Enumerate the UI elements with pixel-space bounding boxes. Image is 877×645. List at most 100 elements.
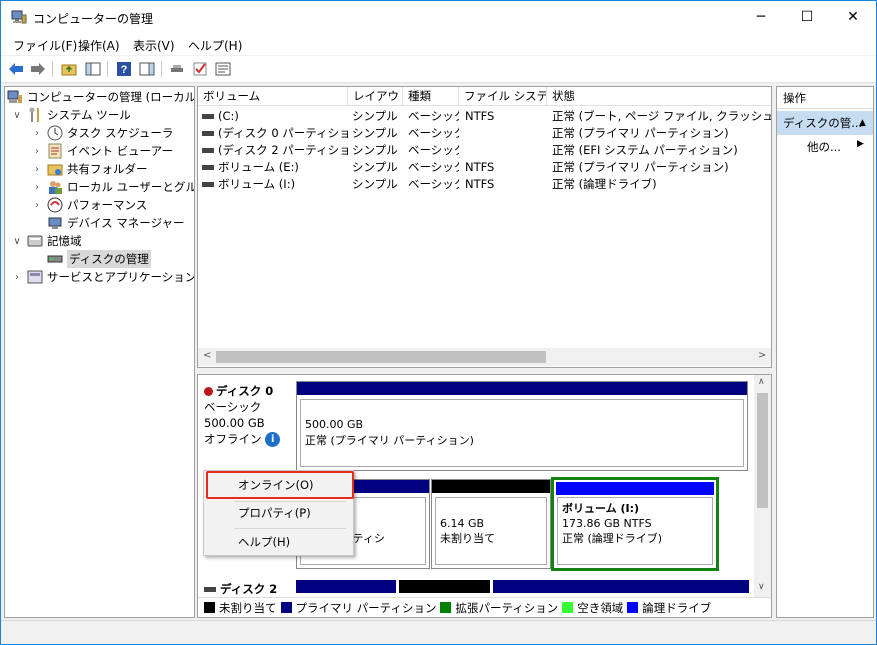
column-header-type[interactable]: 種類 xyxy=(403,87,459,106)
title-bar: コンピューターの管理 ─ ☐ ✕ xyxy=(1,1,876,33)
chevron-right-icon[interactable]: › xyxy=(11,272,23,283)
partition-legend: 未割り当て プライマリ パーティション 拡張パーティション 空き領域 論理ドライ… xyxy=(198,597,771,617)
menu-action[interactable]: 操作(A) xyxy=(78,37,120,54)
chevron-right-icon[interactable]: › xyxy=(31,182,43,193)
maximize-button[interactable]: ☐ xyxy=(784,1,830,33)
chevron-down-icon[interactable]: ∨ xyxy=(11,110,23,121)
vertical-scrollbar[interactable]: ∧ ∨ xyxy=(754,375,771,597)
minimize-button[interactable]: ─ xyxy=(738,1,784,33)
highlight-annotation xyxy=(206,471,354,499)
horizontal-scrollbar[interactable]: < > xyxy=(198,348,771,366)
status-bar xyxy=(1,620,876,644)
disk-2-unallocated-bar[interactable] xyxy=(399,580,490,593)
menu-bar: ファイル(F) 操作(A) 表示(V) ヘルプ(H) xyxy=(1,33,876,55)
tree-item-device-manager[interactable]: デバイス マネージャー xyxy=(47,214,185,232)
clock-icon xyxy=(47,125,63,141)
menu-view[interactable]: 表示(V) xyxy=(133,37,175,54)
column-header-layout[interactable]: レイアウト xyxy=(348,87,403,106)
drive-icon xyxy=(202,182,214,187)
table-row[interactable]: (ディスク 0 パーティション 1) シンプル ベーシック 正常 (プライマリ … xyxy=(198,125,771,142)
disk-1-unallocated[interactable]: 6.14 GB 未割り当て xyxy=(431,479,551,569)
up-folder-icon[interactable] xyxy=(60,60,78,78)
close-button[interactable]: ✕ xyxy=(830,1,876,33)
connect-icon[interactable] xyxy=(168,60,186,78)
context-menu-help[interactable]: ヘルプ(H) xyxy=(204,529,353,555)
chevron-right-icon[interactable]: › xyxy=(31,128,43,139)
tree-item-label: コンピューターの管理 (ローカル) xyxy=(27,90,195,104)
tree-item-task-scheduler[interactable]: › タスク スケジューラ xyxy=(31,124,173,142)
table-row[interactable]: ボリューム (E:) シンプル ベーシック NTFS 正常 (プライマリ パーテ… xyxy=(198,159,771,176)
disk-0-partition[interactable]: 500.00 GB 正常 (プライマリ パーティション) xyxy=(296,381,748,471)
tree-item-storage[interactable]: ∨ 記憶域 xyxy=(11,232,81,250)
chevron-right-icon[interactable]: › xyxy=(31,146,43,157)
properties-icon[interactable] xyxy=(214,60,232,78)
tree-item-system-tools[interactable]: ∨ システム ツール xyxy=(11,106,131,124)
tree-item-services-applications[interactable]: › サービスとアプリケーション xyxy=(11,268,194,286)
legend-swatch-unallocated xyxy=(204,602,215,613)
show-hide-action-pane-icon[interactable] xyxy=(138,60,156,78)
device-manager-icon xyxy=(47,215,63,231)
drive-icon xyxy=(202,114,214,119)
storage-icon xyxy=(27,233,43,249)
table-row[interactable]: (ディスク 2 パーティション 1) シンプル ベーシック 正常 (EFI シス… xyxy=(198,142,771,159)
scrollbar-thumb[interactable] xyxy=(216,351,546,363)
menu-file[interactable]: ファイル(F) xyxy=(13,37,77,54)
tree-item-computer-management[interactable]: コンピューターの管理 (ローカル) xyxy=(7,88,195,106)
disk-2-primary-bar[interactable] xyxy=(296,580,396,593)
chevron-right-icon: ▶ xyxy=(857,139,864,149)
legend-swatch-primary xyxy=(280,602,292,613)
menu-help[interactable]: ヘルプ(H) xyxy=(188,37,242,54)
drive-icon xyxy=(202,148,214,153)
info-icon[interactable]: i xyxy=(265,432,281,447)
tree-item-local-users-groups[interactable]: › ローカル ユーザーとグループ xyxy=(31,178,194,196)
actions-pane: 操作 ディスクの管... ▲ 他の... ▶ xyxy=(776,86,874,618)
svg-text:?: ? xyxy=(121,64,128,76)
forward-arrow-icon[interactable] xyxy=(29,60,47,78)
show-hide-tree-icon[interactable] xyxy=(84,60,102,78)
shared-folder-icon xyxy=(47,161,63,177)
tree-item-event-viewer[interactable]: › イベント ビューアー xyxy=(31,142,173,160)
scrollbar-thumb[interactable] xyxy=(757,393,768,508)
column-header-status[interactable]: 状態 xyxy=(547,87,771,106)
table-row[interactable]: ボリューム (I:) シンプル ベーシック NTFS 正常 (論理ドライブ) xyxy=(198,176,771,193)
event-viewer-icon xyxy=(47,143,63,159)
disk-0-label[interactable]: ディスク 0 ベーシック 500.00 GB オフライン i xyxy=(204,383,281,447)
chevron-right-icon[interactable]: › xyxy=(31,164,43,175)
tree-item-performance[interactable]: › パフォーマンス xyxy=(31,196,147,214)
scroll-down-icon[interactable]: ∨ xyxy=(758,582,765,592)
scroll-right-icon[interactable]: > xyxy=(758,350,766,361)
tree-item-shared-folders[interactable]: › 共有フォルダー xyxy=(31,160,148,178)
column-header-volume[interactable]: ボリューム xyxy=(198,87,348,106)
disk-icon xyxy=(47,251,63,267)
column-header-filesystem[interactable]: ファイル システム xyxy=(459,87,547,106)
back-arrow-icon[interactable] xyxy=(7,60,25,78)
check-icon[interactable] xyxy=(191,60,209,78)
window-title: コンピューターの管理 xyxy=(33,12,154,26)
volume-list: ボリューム レイアウト 種類 ファイル システム 状態 (C:) シンプル ベー… xyxy=(197,86,772,368)
disk-offline-icon xyxy=(204,387,213,396)
legend-swatch-free xyxy=(562,602,574,613)
disk-2-label[interactable]: ディスク 2 xyxy=(204,581,277,597)
toolbar: ? xyxy=(1,56,876,83)
collapse-up-icon[interactable]: ▲ xyxy=(859,111,866,135)
console-tree: コンピューターの管理 (ローカル) ∨ システム ツール › タスク スケジュー… xyxy=(4,86,195,618)
scroll-up-icon[interactable]: ∧ xyxy=(758,377,765,387)
computer-management-icon xyxy=(11,10,27,24)
drive-icon xyxy=(202,165,214,170)
action-disk-management[interactable]: ディスクの管... ▲ xyxy=(777,111,873,135)
disk-2-primary-bar[interactable] xyxy=(493,580,749,593)
context-menu-properties[interactable]: プロパティ(P) xyxy=(204,500,353,526)
legend-swatch-logical xyxy=(627,602,639,613)
action-more[interactable]: 他の... ▶ xyxy=(807,139,864,155)
disk-1-volume-i[interactable]: ボリューム (I:) 173.86 GB NTFS 正常 (論理ドライブ) xyxy=(551,477,719,571)
tree-item-disk-management[interactable]: ディスクの管理 xyxy=(47,250,151,268)
scroll-left-icon[interactable]: < xyxy=(203,350,211,361)
disk-icon xyxy=(204,587,216,592)
help-icon[interactable]: ? xyxy=(115,60,133,78)
chevron-right-icon[interactable]: › xyxy=(31,200,43,211)
system-tools-icon xyxy=(27,107,43,123)
users-icon xyxy=(47,179,63,195)
table-row[interactable]: (C:) シンプル ベーシック NTFS 正常 (ブート, ページ ファイル, … xyxy=(198,108,771,125)
performance-icon xyxy=(47,197,63,213)
chevron-down-icon[interactable]: ∨ xyxy=(11,236,23,247)
